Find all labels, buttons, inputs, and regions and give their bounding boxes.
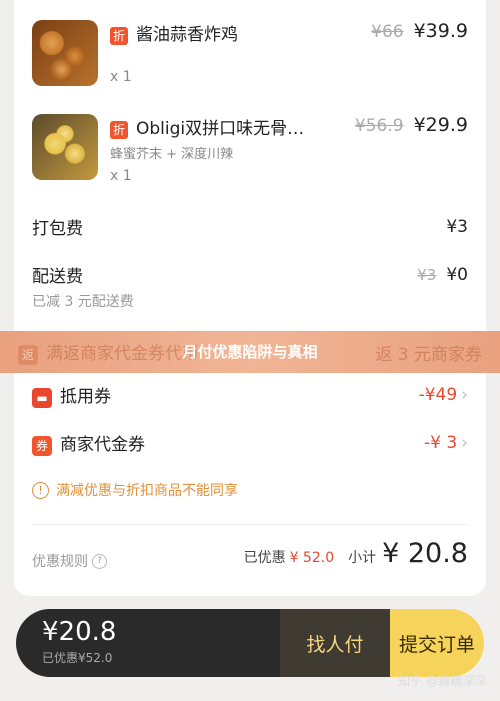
discount-tag: 折	[110, 26, 128, 45]
saved-amount: 已优惠¥52.0	[42, 651, 113, 665]
order-card: 折酱油蒜香炸鸡 x 1 ¥66 ¥39.9 折 Obligi双拼口味无骨… 蜂蜜芥末…	[14, 0, 486, 596]
coupon-icon: ▬	[32, 388, 52, 408]
coupon-row[interactable]: ▬ 抵用券 -¥49 ›	[32, 382, 468, 408]
discount-label: 已优惠	[243, 550, 286, 566]
chevron-right-icon: ›	[461, 432, 468, 453]
packing-fee-label: 打包费	[32, 219, 83, 239]
warning-icon: !	[32, 481, 49, 499]
checkout-bar: ¥20.8 已优惠¥52.0 找人付 提交订单	[16, 609, 484, 677]
current-price: ¥29.9	[413, 114, 468, 136]
delivery-fee-row: 配送费 ¥3 ¥0	[32, 262, 468, 288]
divider	[32, 524, 468, 525]
voucher-row[interactable]: 券商家代金券 -¥ 3 ›	[32, 430, 468, 456]
title-banner: 返满返商家代金券代币 返 3 元商家券 月付优惠陷阱与真相	[0, 331, 500, 373]
discount-amount: ¥ 52.0	[289, 550, 335, 566]
list-item[interactable]: 折 Obligi双拼口味无骨… 蜂蜜芥末 + 深度川辣 x 1	[32, 114, 304, 184]
item-qty: x 1	[110, 168, 132, 184]
voucher-label: 商家代金券	[60, 435, 145, 455]
packing-fee-value: ¥3	[446, 216, 468, 237]
delivery-fee-label: 配送费	[32, 267, 83, 287]
rules-label: 优惠规则	[32, 554, 88, 570]
banner-title: 月付优惠陷阱与真相	[182, 343, 318, 361]
promo-warning: ! 满减优惠与折扣商品不能同享	[32, 480, 238, 500]
subtotal-amount: ¥ 20.8	[382, 538, 468, 569]
submit-order-button[interactable]: 提交订单	[390, 609, 484, 677]
item-name: Obligi双拼口味无骨…	[136, 119, 305, 139]
item-qty: x 1	[110, 69, 132, 85]
discount-rules-link[interactable]: 优惠规则 ?	[32, 551, 107, 571]
original-price: ¥66	[371, 22, 404, 42]
subtotal-label: 小计	[348, 550, 377, 566]
original-price: ¥56.9	[354, 116, 404, 136]
discount-tag: 折	[110, 120, 128, 139]
packing-fee-row: 打包费 ¥3	[32, 214, 468, 240]
delivery-note: 已减 3 元配送费	[32, 294, 134, 310]
watermark: 知乎 @藕藕深深	[398, 674, 486, 688]
item-name: 酱油蒜香炸鸡	[136, 25, 238, 45]
coupon-label: 抵用券	[60, 387, 111, 407]
item-options: 蜂蜜芥末 + 深度川辣	[110, 147, 234, 162]
warning-text: 满减优惠与折扣商品不能同享	[56, 483, 238, 499]
food-image	[32, 20, 98, 86]
delivery-fee-value: ¥0	[446, 264, 468, 285]
food-image	[32, 114, 98, 180]
help-icon: ?	[92, 553, 107, 569]
find-pay-button[interactable]: 找人付	[280, 609, 390, 677]
coupon-value: -¥49	[418, 385, 458, 405]
total-amount: ¥20.8	[42, 617, 117, 647]
current-price: ¥39.9	[413, 20, 468, 42]
summary-totals: 已优惠 ¥ 52.0 小计 ¥ 20.8	[244, 538, 468, 569]
list-item[interactable]: 折酱油蒜香炸鸡 x 1	[32, 20, 238, 86]
chevron-right-icon: ›	[461, 385, 468, 405]
delivery-original: ¥3	[417, 265, 437, 284]
voucher-icon: 券	[32, 435, 52, 456]
voucher-value: -¥ 3	[424, 432, 458, 453]
total-section: ¥20.8 已优惠¥52.0	[16, 609, 280, 677]
item-prices: ¥56.9 ¥29.9	[355, 114, 468, 136]
item-prices: ¥66 ¥39.9	[371, 20, 468, 42]
